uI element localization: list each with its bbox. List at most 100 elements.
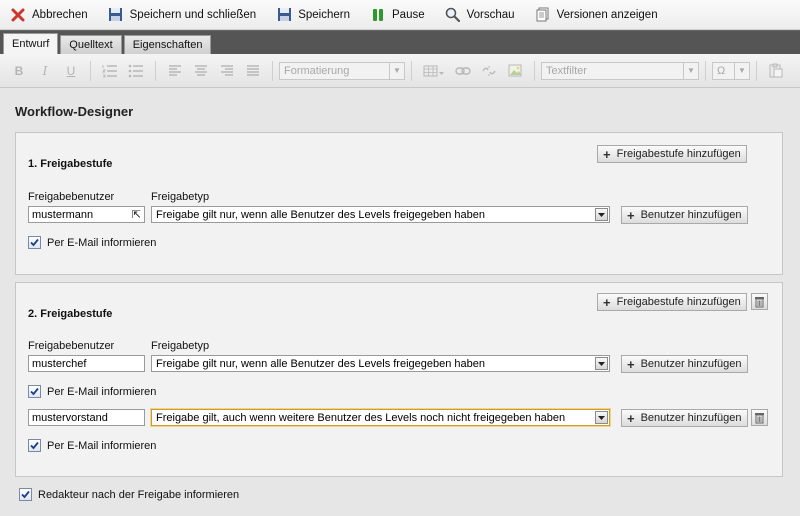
level-title: 1. Freigabestufe bbox=[28, 158, 113, 170]
link-icon[interactable] bbox=[453, 61, 473, 81]
release-type-select[interactable]: Freigabe gilt nur, wenn alle Benutzer de… bbox=[151, 206, 610, 223]
chevron-down-icon: ▼ bbox=[734, 62, 749, 79]
level-panel-1: + Freigabestufe hinzufügen 1. Freigabest… bbox=[15, 132, 783, 275]
user-input-value: musterchef bbox=[32, 357, 87, 370]
documents-icon bbox=[535, 7, 551, 23]
level-panel-2: + Freigabestufe hinzufügen 2. Freigabest… bbox=[15, 282, 783, 477]
cancel-label: Abbrechen bbox=[32, 8, 88, 21]
underline-icon[interactable]: U bbox=[61, 61, 81, 81]
release-type-value: Freigabe gilt nur, wenn alle Benutzer de… bbox=[156, 357, 486, 370]
checkmark-icon bbox=[19, 488, 32, 501]
textfilter-select-label: Textfilter bbox=[546, 64, 587, 77]
notify-editor-checkbox[interactable]: Redakteur nach der Freigabe informieren bbox=[19, 488, 239, 501]
preview-button[interactable]: Vorschau bbox=[445, 4, 515, 26]
user-field-label: Freigabebenutzer bbox=[28, 340, 115, 352]
trash-icon bbox=[755, 412, 764, 423]
add-level-button[interactable]: + Freigabestufe hinzufügen bbox=[597, 145, 747, 163]
user-input[interactable]: musterchef bbox=[28, 355, 145, 372]
user-input[interactable]: mustervorstand bbox=[28, 409, 145, 426]
align-center-icon[interactable] bbox=[191, 61, 211, 81]
toolbar-divider bbox=[411, 60, 412, 81]
editor-toolbar: B I U Formatierung ▼ Textfilter ▼ Ω ▼ bbox=[0, 54, 800, 88]
email-notify-label: Per E-Mail informieren bbox=[47, 439, 157, 452]
add-level-label: Freigabestufe hinzufügen bbox=[616, 148, 741, 160]
release-type-select[interactable]: Freigabe gilt, auch wenn weitere Benutze… bbox=[151, 409, 610, 426]
user-input-value: mustermann bbox=[32, 208, 94, 221]
format-select-label: Formatierung bbox=[284, 64, 350, 77]
tab-entwurf[interactable]: Entwurf bbox=[3, 33, 59, 54]
toolbar-divider bbox=[90, 60, 91, 81]
chevron-down-icon: ▼ bbox=[389, 62, 404, 79]
checkmark-icon bbox=[28, 236, 41, 249]
versions-button[interactable]: Versionen anzeigen bbox=[535, 4, 658, 26]
align-justify-icon[interactable] bbox=[243, 61, 263, 81]
add-user-button[interactable]: + Benutzer hinzufügen bbox=[621, 355, 748, 373]
email-notify-label: Per E-Mail informieren bbox=[47, 385, 157, 398]
omega-icon: Ω bbox=[717, 64, 726, 77]
release-type-value: Freigabe gilt, auch wenn weitere Benutze… bbox=[156, 411, 566, 424]
editor-tabs: Entwurf Quelltext Eigenschaften bbox=[0, 30, 800, 54]
chevron-down-icon bbox=[595, 208, 608, 221]
bullet-list-icon[interactable] bbox=[126, 61, 146, 81]
italic-icon[interactable]: I bbox=[35, 61, 55, 81]
close-icon bbox=[10, 7, 26, 23]
add-user-label: Benutzer hinzufügen bbox=[640, 412, 742, 424]
toolbar-divider bbox=[705, 60, 706, 81]
special-char-select[interactable]: Ω ▼ bbox=[712, 61, 750, 80]
table-icon[interactable] bbox=[421, 61, 447, 81]
toolbar-divider bbox=[534, 60, 535, 81]
chevron-down-icon bbox=[595, 411, 608, 424]
save-close-button[interactable]: Speichern und schließen bbox=[108, 4, 257, 26]
level-title: 2. Freigabestufe bbox=[28, 308, 113, 320]
email-notify-label: Per E-Mail informieren bbox=[47, 236, 157, 249]
save-button[interactable]: Speichern bbox=[276, 4, 350, 26]
add-level-button[interactable]: + Freigabestufe hinzufügen bbox=[597, 293, 747, 311]
type-field-label: Freigabetyp bbox=[151, 340, 210, 352]
add-user-button[interactable]: + Benutzer hinzufügen bbox=[621, 206, 748, 224]
cursor-icon: ⇱ bbox=[131, 209, 141, 221]
preview-label: Vorschau bbox=[466, 8, 515, 21]
cancel-button[interactable]: Abbrechen bbox=[10, 4, 88, 26]
add-level-label: Freigabestufe hinzufügen bbox=[616, 296, 741, 308]
delete-user-button[interactable] bbox=[751, 409, 768, 426]
plus-icon: + bbox=[603, 146, 611, 162]
plus-icon: + bbox=[627, 207, 635, 223]
checkmark-icon bbox=[28, 439, 41, 452]
email-notify-checkbox[interactable]: Per E-Mail informieren bbox=[28, 439, 156, 452]
save-label: Speichern bbox=[298, 8, 351, 21]
ordered-list-icon[interactable] bbox=[100, 61, 120, 81]
paste-icon[interactable] bbox=[766, 61, 786, 81]
textfilter-select[interactable]: Textfilter ▼ bbox=[541, 61, 699, 80]
versions-label: Versionen anzeigen bbox=[556, 8, 658, 21]
plus-icon: + bbox=[627, 410, 635, 426]
tab-eigenschaften[interactable]: Eigenschaften bbox=[123, 35, 212, 54]
page-title: Workflow-Designer bbox=[15, 104, 134, 119]
checkmark-icon bbox=[28, 385, 41, 398]
tab-quelltext[interactable]: Quelltext bbox=[60, 35, 122, 54]
user-input[interactable]: mustermann ⇱ bbox=[28, 206, 145, 223]
toolbar-divider bbox=[272, 60, 273, 81]
notify-editor-label: Redakteur nach der Freigabe informieren bbox=[38, 488, 240, 501]
release-type-select[interactable]: Freigabe gilt nur, wenn alle Benutzer de… bbox=[151, 355, 610, 372]
align-right-icon[interactable] bbox=[217, 61, 237, 81]
action-bar: Abbrechen Speichern und schließen Speich… bbox=[0, 0, 800, 30]
add-user-button[interactable]: + Benutzer hinzufügen bbox=[621, 409, 748, 427]
floppy-icon bbox=[108, 7, 124, 23]
pause-button[interactable]: Pause bbox=[370, 4, 425, 26]
toolbar-divider bbox=[155, 60, 156, 81]
image-icon[interactable] bbox=[505, 61, 525, 81]
add-user-label: Benutzer hinzufügen bbox=[640, 358, 742, 370]
format-select[interactable]: Formatierung ▼ bbox=[279, 61, 405, 80]
unlink-icon[interactable] bbox=[479, 61, 499, 81]
user-field-label: Freigabebenutzer bbox=[28, 191, 115, 203]
bold-icon[interactable]: B bbox=[9, 61, 29, 81]
email-notify-checkbox[interactable]: Per E-Mail informieren bbox=[28, 236, 156, 249]
email-notify-checkbox[interactable]: Per E-Mail informieren bbox=[28, 385, 156, 398]
chevron-down-icon: ▼ bbox=[683, 62, 698, 79]
type-field-label: Freigabetyp bbox=[151, 191, 210, 203]
delete-level-button[interactable] bbox=[751, 293, 768, 310]
save-close-label: Speichern und schließen bbox=[129, 8, 257, 21]
pause-label: Pause bbox=[392, 8, 425, 21]
align-left-icon[interactable] bbox=[165, 61, 185, 81]
trash-icon bbox=[755, 296, 764, 307]
